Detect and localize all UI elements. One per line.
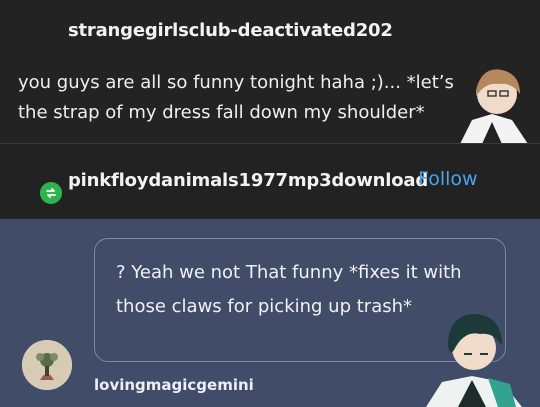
post-username[interactable]: strangegirlsclub-deactivated202: [68, 20, 393, 41]
reply-avatar-illustration: [426, 314, 522, 407]
reblog-icon: [40, 182, 62, 204]
post-text: you guys are all so funny tonight haha ;…: [18, 72, 454, 123]
reply-username[interactable]: lovingmagicgemini: [94, 376, 254, 394]
post-avatar-illustration: [460, 69, 528, 144]
avatar-image: [22, 340, 72, 390]
reblog-username[interactable]: pinkfloydanimals1977mp3download: [68, 170, 428, 191]
reply-avatar[interactable]: [22, 340, 72, 390]
follow-button[interactable]: Follow: [418, 168, 478, 190]
